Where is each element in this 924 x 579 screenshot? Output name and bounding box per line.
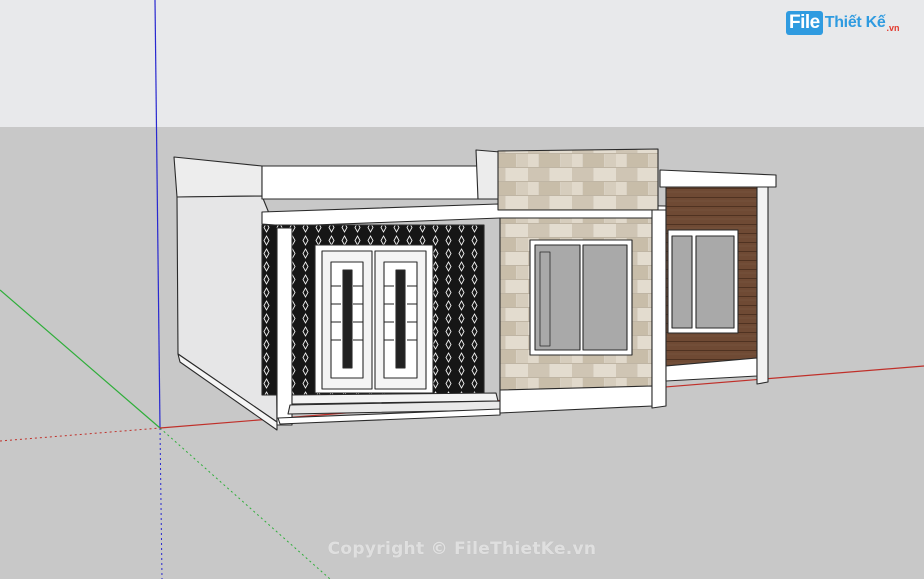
porch-column-right xyxy=(651,209,667,409)
copyright-watermark: Copyright © FileThietKe.vn xyxy=(327,539,597,559)
window-wood-wall[interactable] xyxy=(667,229,739,334)
brand-logo: File Thiết Kế .vn xyxy=(786,11,899,35)
porch-column-left xyxy=(276,227,293,426)
stone-block-upper xyxy=(497,148,659,211)
front-parapet-side xyxy=(475,149,501,200)
window-stone-wall[interactable] xyxy=(529,239,633,356)
logo-domain-text: .vn xyxy=(886,23,900,33)
logo-file-box: File xyxy=(786,11,823,35)
sketchup-viewport[interactable]: File Thiết Kế .vn Copyright © FileThietK… xyxy=(0,0,924,579)
model-scene[interactable] xyxy=(0,0,924,579)
logo-brand-text: Thiết Kế xyxy=(824,14,886,31)
logo-file-text: File xyxy=(789,12,820,33)
front-parapet xyxy=(261,165,479,200)
wood-wing-corner xyxy=(756,186,769,385)
